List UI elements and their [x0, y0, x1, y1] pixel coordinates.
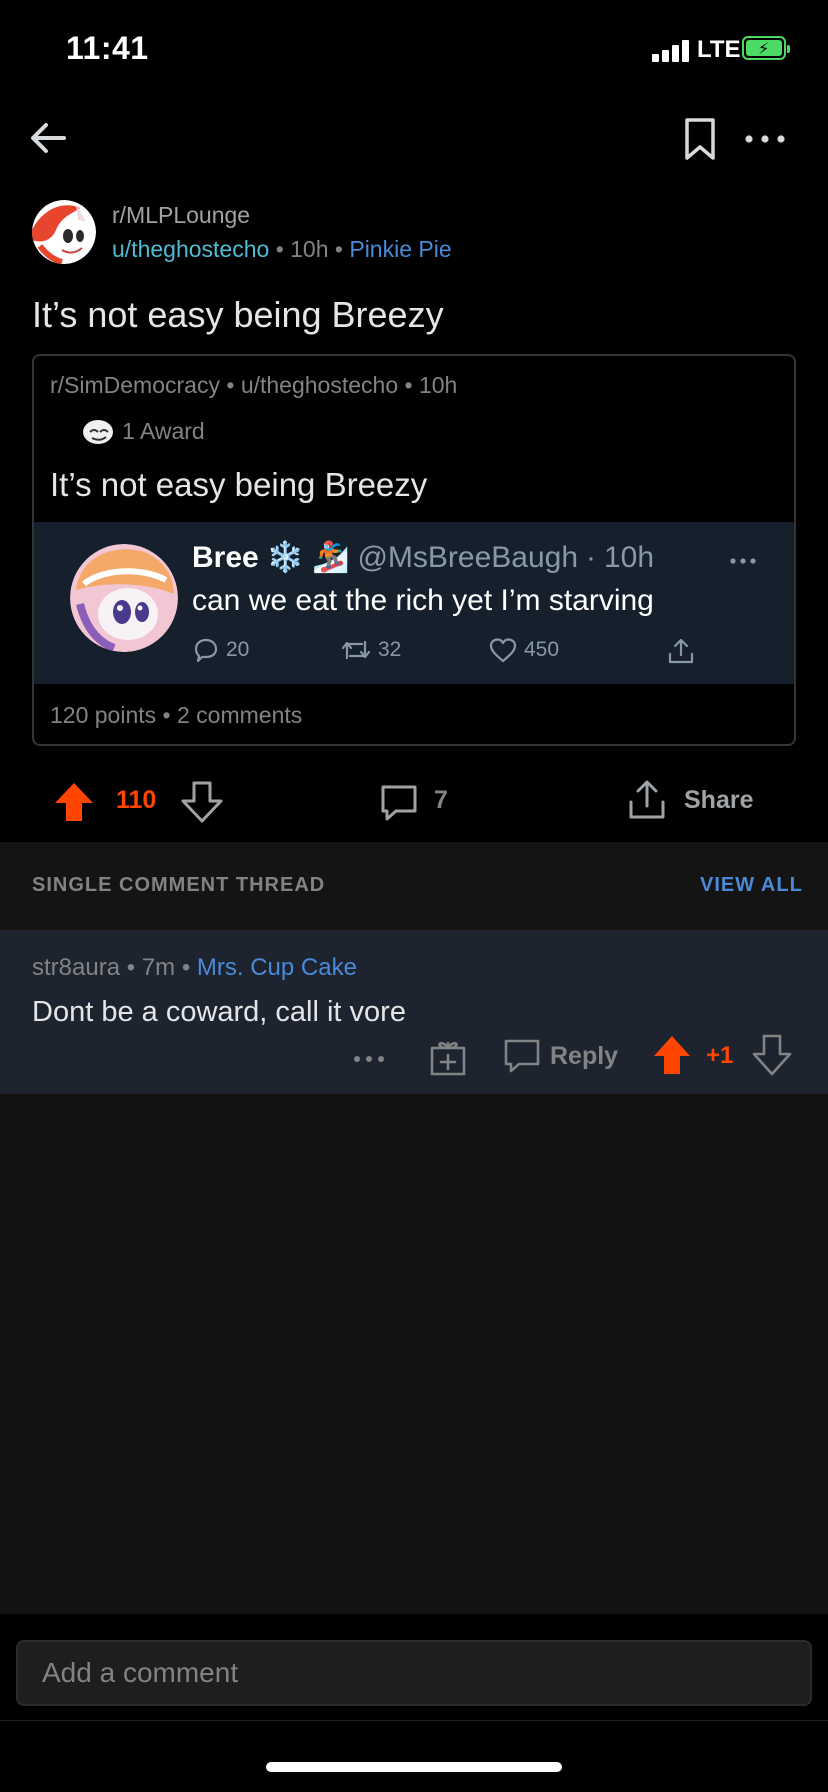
comment-flair[interactable]: Mrs. Cup Cake — [197, 954, 357, 981]
award-count: 1 Award — [122, 418, 205, 444]
heart-icon — [489, 638, 517, 663]
tweet-like-action[interactable]: 450 — [488, 636, 559, 664]
thread-label: SINGLE COMMENT THREAD — [32, 874, 326, 896]
comment[interactable]: str8aura • 7m • Mrs. Cup Cake Dont be a … — [0, 930, 828, 1094]
view-all-button[interactable]: VIEW ALL — [700, 874, 803, 897]
post-title: It’s not easy being Breezy — [32, 294, 444, 335]
tweet-text: can we eat the rich yet I’m starving — [192, 584, 654, 617]
comments-empty-area — [0, 1094, 828, 1614]
crosspost-title: It’s not easy being Breezy — [50, 466, 428, 503]
more-options-icon[interactable] — [740, 124, 790, 154]
crosspost-subreddit[interactable]: r/SimDemocracy — [50, 372, 220, 398]
share-button[interactable]: Share — [684, 786, 753, 815]
network-type: LTE — [697, 36, 741, 63]
battery-icon: ⚡ — [742, 36, 790, 60]
comment-age: 7m — [141, 954, 176, 981]
tweet-reply-count: 20 — [226, 638, 250, 661]
post-age: 10h — [290, 236, 329, 262]
award-gift-icon[interactable] — [428, 1038, 468, 1078]
vote-count: 110 — [116, 786, 157, 814]
subreddit-name[interactable]: r/MLPLounge — [112, 202, 250, 229]
post-meta: u/theghostecho • 10h • Pinkie Pie — [112, 236, 452, 263]
share-icon[interactable] — [626, 778, 668, 822]
tweet-retweet-count: 32 — [378, 638, 402, 661]
composer-divider — [0, 1720, 828, 1721]
tweet-more-icon[interactable] — [728, 556, 758, 566]
tweet-handle[interactable]: @MsBreeBaugh — [357, 541, 578, 575]
crosspost-author[interactable]: u/theghostecho — [241, 372, 398, 398]
separator: • — [275, 236, 284, 262]
reply-icon[interactable] — [502, 1036, 542, 1076]
bookmark-icon[interactable] — [680, 116, 720, 162]
post-flair[interactable]: Pinkie Pie — [349, 236, 451, 262]
comment-text: Dont be a coward, call it vore — [32, 996, 406, 1028]
comment-author[interactable]: str8aura — [32, 954, 120, 981]
comment-score: +1 — [706, 1042, 734, 1069]
comment-count[interactable]: 7 — [434, 786, 448, 815]
comment-downvote-icon[interactable] — [752, 1034, 792, 1076]
crosspost-comments[interactable]: 2 comments — [177, 702, 302, 728]
upvote-icon[interactable] — [52, 780, 96, 824]
tweet-like-count: 450 — [524, 638, 560, 661]
add-comment-input[interactable] — [16, 1640, 812, 1706]
crosspost-age: 10h — [418, 372, 458, 398]
reply-bubble-icon — [194, 638, 218, 663]
comment-meta: str8aura • 7m • Mrs. Cup Cake — [32, 954, 357, 981]
crosspost-meta: r/SimDemocracy • u/theghostecho • 10h — [50, 372, 458, 398]
downvote-icon[interactable] — [180, 780, 224, 824]
tweet-share-icon — [668, 638, 694, 664]
crosspost-card[interactable]: r/SimDemocracy • u/theghostecho • 10h 1 … — [32, 354, 796, 746]
comment-upvote-icon[interactable] — [652, 1034, 692, 1076]
award-icon — [83, 419, 113, 444]
tweet-reply-action[interactable]: 20 — [192, 636, 249, 664]
back-arrow-icon[interactable] — [26, 116, 70, 160]
tweet-age: 10h — [604, 540, 655, 574]
comment-more-icon[interactable] — [352, 1054, 386, 1064]
thread-header: SINGLE COMMENT THREAD VIEW ALL — [0, 842, 828, 930]
separator: • — [334, 236, 343, 262]
tweet-retweet-action[interactable]: 32 — [340, 636, 401, 664]
tweet-share-action[interactable] — [666, 636, 696, 666]
tweet-embed[interactable]: Bree ❄️ 🏂 @MsBreeBaugh · 10h can we eat … — [34, 522, 794, 684]
tweet-header: Bree ❄️ 🏂 @MsBreeBaugh · 10h — [192, 540, 654, 575]
crosspost-points: 120 points — [50, 702, 157, 728]
reply-button[interactable]: Reply — [550, 1042, 618, 1071]
snowflake-emoji: ❄️ — [266, 541, 305, 574]
comments-icon[interactable] — [378, 782, 420, 824]
post-author[interactable]: u/theghostecho — [112, 236, 269, 262]
tweet-author-avatar[interactable] — [70, 544, 178, 652]
tweet-author-name[interactable]: Bree — [192, 541, 259, 575]
home-indicator[interactable] — [266, 1762, 562, 1772]
separator: · — [586, 540, 596, 574]
crosspost-footer: 120 points • 2 comments — [50, 702, 303, 728]
subreddit-avatar[interactable] — [32, 200, 96, 264]
award-row[interactable]: 1 Award — [82, 418, 205, 445]
snowboarder-emoji: 🏂 — [312, 541, 350, 574]
retweet-icon — [341, 640, 371, 660]
signal-strength-icon — [652, 38, 690, 62]
status-time: 11:41 — [66, 30, 149, 66]
